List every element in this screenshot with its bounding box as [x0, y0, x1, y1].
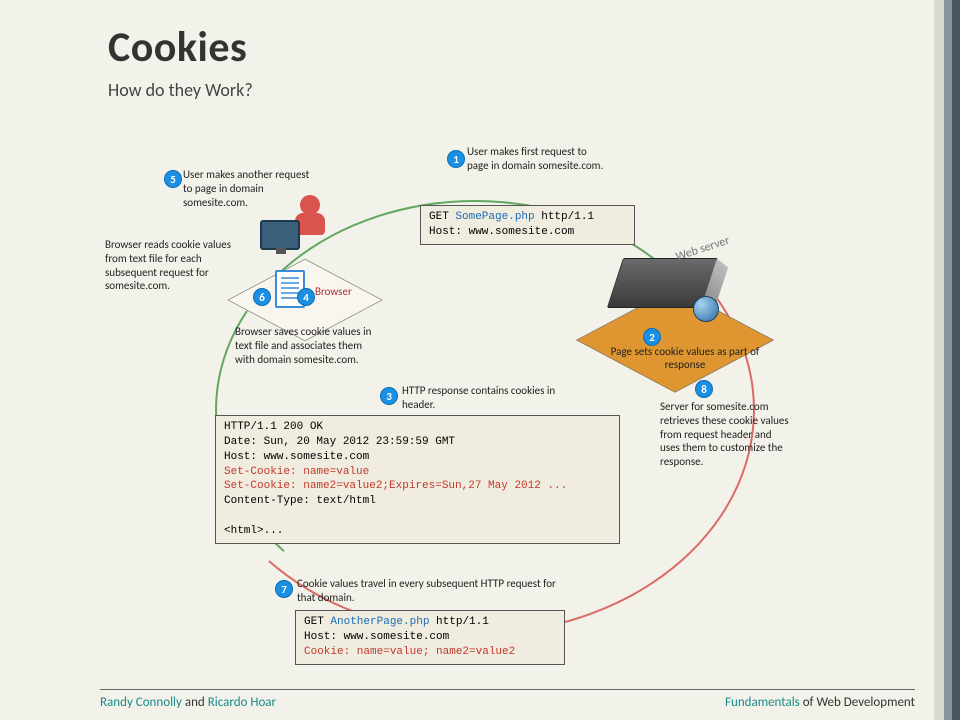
monitor-icon [260, 220, 300, 250]
step-1-text: User makes first request to page in doma… [467, 145, 607, 173]
step-badge-6: 6 [253, 288, 271, 306]
book-title-link[interactable]: Fundamentals [725, 695, 800, 710]
step-badge-8: 8 [695, 380, 713, 398]
step-badge-3: 3 [380, 387, 398, 405]
page-subtitle: How do they Work? [0, 73, 960, 101]
side-accent-bars [934, 0, 960, 720]
footer-rule [100, 689, 915, 690]
step-8-text: Server for somesite.com retrieves these … [660, 400, 790, 469]
page-title: Cookies [0, 0, 960, 73]
http-request-1: GET SomePage.php http/1.1 Host: www.some… [420, 205, 635, 245]
step-6-text: Browser reads cookie values from text fi… [105, 238, 235, 293]
step-badge-2: 2 [643, 328, 661, 346]
step-4-text: Browser saves cookie values in text file… [235, 325, 375, 366]
footer-authors: Randy Connolly and Ricardo Hoar [100, 695, 276, 710]
step-3-text: HTTP response contains cookies in header… [402, 384, 572, 412]
step-badge-5: 5 [164, 170, 182, 188]
author-1-link[interactable]: Randy Connolly [100, 695, 182, 710]
cookies-diagram: Browser Web server Page sets cookie valu… [105, 140, 875, 670]
step-badge-1: 1 [447, 150, 465, 168]
http-response: HTTP/1.1 200 OK Date: Sun, 20 May 2012 2… [215, 415, 620, 544]
browser-label: Browser [315, 285, 352, 298]
step-5-text: User makes another request to page in do… [183, 168, 313, 209]
globe-icon [693, 296, 719, 322]
step-badge-7: 7 [275, 580, 293, 598]
http-request-2: GET AnotherPage.php http/1.1 Host: www.s… [295, 610, 565, 665]
step-badge-4: 4 [297, 288, 315, 306]
step-7-text: Cookie values travel in every subsequent… [297, 577, 557, 605]
author-2-link[interactable]: Ricardo Hoar [208, 695, 276, 710]
server-caption: Page sets cookie values as part of respo… [610, 345, 760, 371]
footer-book: Fundamentals of Web Development [725, 695, 915, 710]
